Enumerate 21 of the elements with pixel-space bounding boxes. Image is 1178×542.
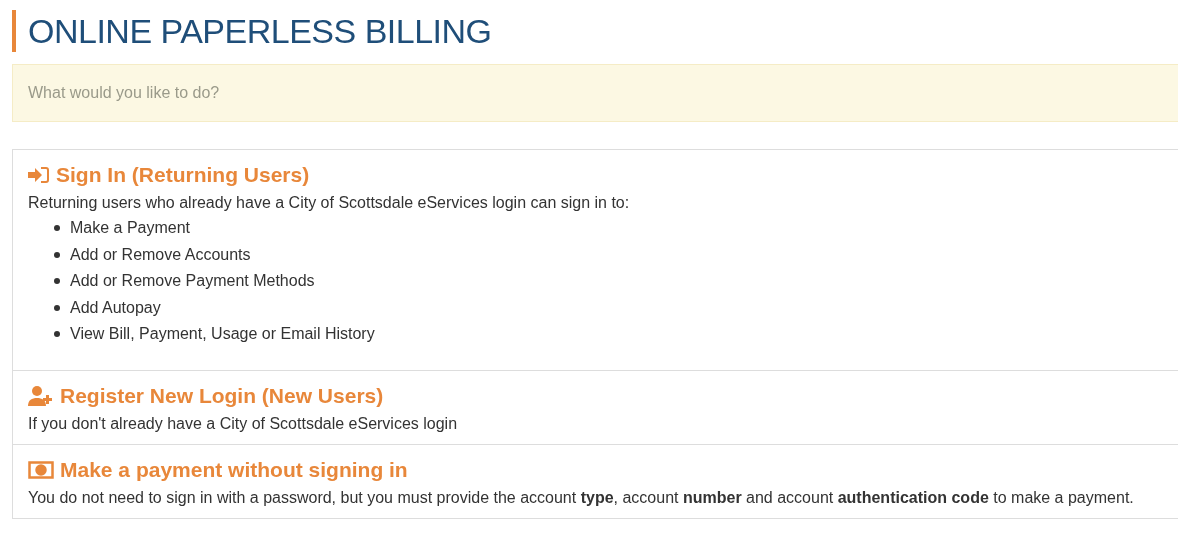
description: If you don't already have a City of Scottsdale eServices login: [28, 413, 459, 434]
list-item: Make a Payment: [70, 218, 191, 238]
prompt-text: What would you like to do?: [28, 83, 220, 103]
description: You do not need to sign in with a password, but you must provide the account type, account number and account authentication code to make a payment.: [28, 487, 1135, 508]
money-icon: [28, 460, 54, 479]
bullet-icon: [54, 225, 60, 232]
list-item: Add or Remove Payment Methods: [70, 271, 315, 291]
sign-in-icon: [28, 166, 50, 184]
bullet-icon: [54, 331, 60, 338]
option-link[interactable]: Make a payment without signing in: [60, 454, 408, 485]
list-item: Add or Remove Accounts: [70, 244, 251, 265]
list-item: View Bill, Payment, Usage or Email History: [70, 324, 375, 344]
description: Returning users who already have a City of Scottsdale eServices login can sign in to:: [28, 193, 631, 213]
option-link[interactable]: Sign In (Returning Users): [56, 160, 310, 190]
bullet-icon: [54, 251, 60, 258]
page-title: ONLINE PAPERLESS BILLING: [28, 14, 492, 48]
bullet-icon: [54, 278, 60, 285]
list-item: Add Autopay: [70, 297, 161, 318]
option-link[interactable]: Register New Login (New Users): [60, 380, 384, 411]
bullet-icon: [54, 304, 60, 311]
user-add-icon: [28, 385, 54, 406]
